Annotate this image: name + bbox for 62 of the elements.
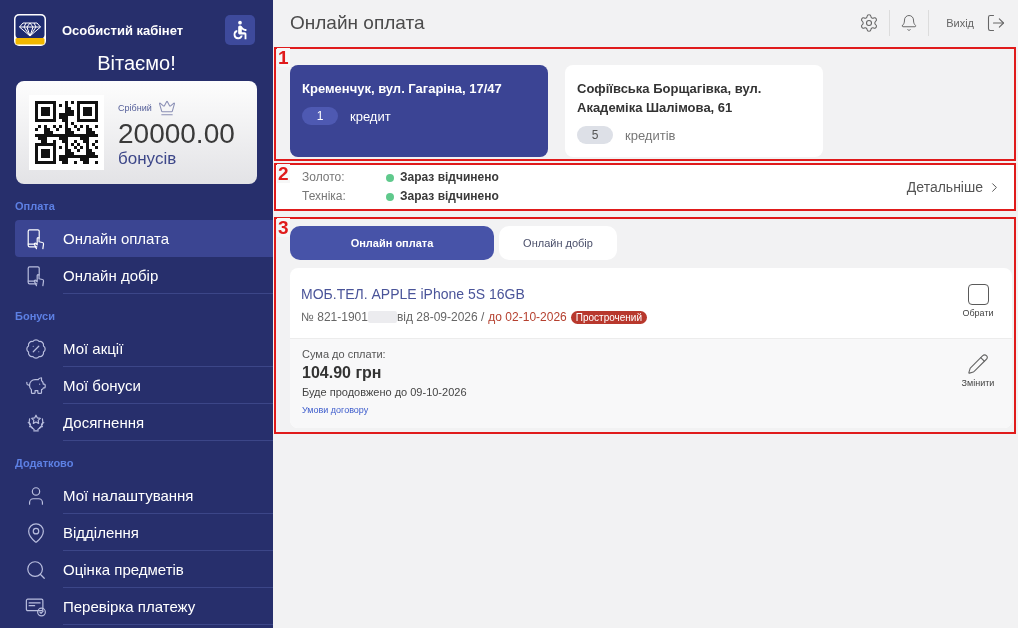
piggy-bank-icon: [25, 374, 47, 397]
search-icon: [25, 558, 47, 581]
bonus-amount: 20000.00: [118, 119, 235, 149]
credit-label: кредитів: [625, 127, 676, 143]
credit-count-badge: 1: [302, 107, 338, 125]
logout-icon: [986, 13, 1006, 33]
page-title: Онлайн оплата: [290, 12, 425, 34]
percent-badge-icon: [25, 337, 47, 360]
branch-card[interactable]: Софіївська Борщагівка, вул. Академіка Шалімова, 61 5 кредитів: [565, 65, 823, 157]
settings-icon[interactable]: [859, 13, 880, 33]
amount-label: Сума до сплати:: [302, 347, 386, 362]
sidebar-item[interactable]: Мої налаштування: [15, 477, 273, 514]
crown-icon: [157, 99, 176, 117]
schedule-label: Техніка:: [302, 188, 347, 205]
section-heading: Додатково: [14, 456, 75, 471]
due-date: до 02-10-2026: [488, 309, 567, 326]
edit-button[interactable]: Змінити: [961, 353, 995, 388]
sidebar-item[interactable]: Онлайн оплата: [15, 220, 273, 257]
select-checkbox[interactable]: [967, 284, 989, 305]
sidebar-item[interactable]: Мої бонуси: [15, 367, 273, 404]
sidebar-item[interactable]: Досягнення: [15, 404, 273, 441]
credit-label: кредит: [350, 108, 391, 124]
bell-icon[interactable]: [900, 14, 919, 32]
sidebar-item[interactable]: Онлайн добір: [15, 257, 273, 294]
overdue-badge: Прострочений: [570, 310, 648, 324]
section-heading: Бонуси: [14, 309, 56, 324]
annotation-number: 1: [277, 48, 290, 67]
tier-label: Срібний: [118, 103, 152, 113]
cabinet-title: Особистий кабінет: [62, 22, 184, 38]
contract-title-link[interactable]: МОБ.ТЕЛ. APPLE iPhone 5S 16GB: [301, 284, 525, 304]
terms-link[interactable]: Умови договору: [302, 404, 369, 416]
select-label: Обрати: [962, 308, 994, 318]
greeting-text: Вітаємо!: [96, 51, 177, 75]
details-link[interactable]: Детальніше: [906, 179, 1002, 195]
sidebar-item[interactable]: Відділення: [15, 514, 273, 551]
issue-date: від 28-09-2026 /: [396, 309, 485, 326]
bonus-unit: бонусів: [118, 149, 178, 169]
map-pin-icon: [25, 521, 47, 544]
tablet-hand-icon: [25, 264, 47, 287]
sidebar-item[interactable]: Оцінка предметів: [15, 551, 273, 588]
tab[interactable]: Онлайн оплата: [290, 226, 494, 260]
annotation-number: 2: [277, 164, 290, 183]
status-text: Зараз відчинено: [400, 188, 499, 205]
diamond-logo-icon: [14, 14, 46, 46]
tab[interactable]: Онлайн добір: [499, 226, 617, 260]
status-text: Зараз відчинено: [400, 169, 499, 186]
annotation-number: 3: [277, 218, 290, 237]
logout-button[interactable]: Вихід: [939, 13, 1006, 33]
branch-card[interactable]: Кременчук, вул. Гагаріна, 17/47 1 кредит: [290, 65, 548, 157]
amount-value: 104.90 грн: [302, 363, 382, 383]
branch-address: Софіївська Борщагівка, вул. Академіка Шалімова, 61: [577, 80, 763, 117]
pencil-icon: [967, 353, 989, 375]
sidebar-item[interactable]: Перевірка платежу: [15, 588, 273, 625]
branch-address: Кременчук, вул. Гагаріна, 17/47: [302, 80, 503, 98]
tablet-hand-icon: [25, 227, 47, 250]
schedule-label: Золото:: [302, 169, 346, 186]
credit-count-badge: 5: [577, 126, 613, 144]
accessibility-button[interactable]: [225, 15, 255, 45]
contract-number: № 821-1901: [301, 309, 368, 326]
section-heading: Оплата: [14, 199, 56, 214]
extension-text: Буде продовжено до 09-10-2026: [302, 385, 467, 400]
sidebar-item[interactable]: Мої акції: [15, 330, 273, 367]
